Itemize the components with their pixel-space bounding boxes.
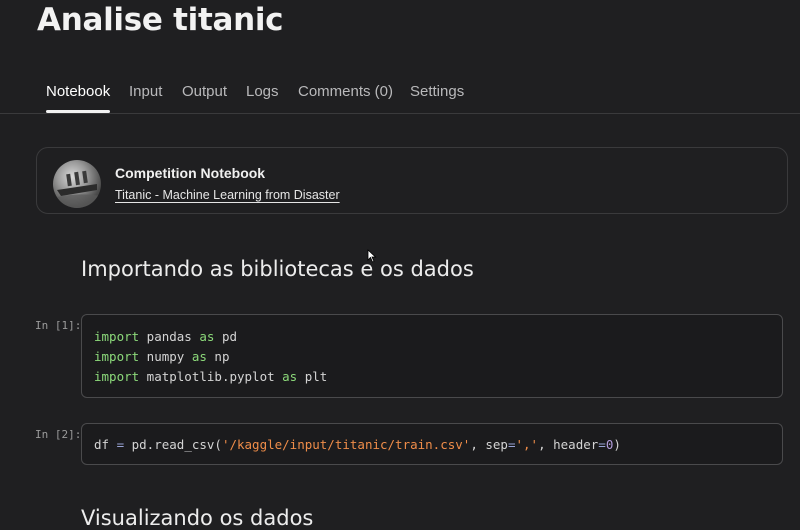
code-token: , sep	[470, 437, 508, 452]
code-token: )	[613, 437, 621, 452]
titanic-ship-icon	[53, 170, 101, 208]
operator: =	[598, 437, 606, 452]
code-token: pd.read_csv(	[124, 437, 222, 452]
alias: np	[206, 349, 230, 364]
alias: plt	[297, 369, 328, 384]
tab-comments[interactable]: Comments (0)	[298, 82, 393, 113]
competition-link[interactable]: Titanic - Machine Learning from Disaster	[115, 188, 340, 202]
code-token: , header	[538, 437, 599, 452]
section-heading-import: Importando as bibliotecas e os dados	[81, 257, 474, 281]
tab-bar: Notebook Input Output Logs Comments (0) …	[0, 82, 800, 114]
competition-card: Competition Notebook Titanic - Machine L…	[36, 147, 788, 214]
competition-heading: Competition Notebook	[115, 165, 266, 181]
code-token: df	[94, 437, 117, 452]
tab-output[interactable]: Output	[182, 82, 227, 113]
keyword: import	[94, 369, 140, 384]
module-name: matplotlib.pyplot	[139, 369, 283, 384]
competition-avatar[interactable]	[53, 160, 101, 208]
tab-input[interactable]: Input	[129, 82, 162, 113]
keyword: as	[191, 349, 207, 364]
page-title: Analise titanic	[37, 2, 284, 38]
module-name: pandas	[139, 329, 200, 344]
string-literal: '/kaggle/input/titanic/train.csv'	[221, 437, 471, 452]
code-line: import pandas as pd	[94, 329, 237, 344]
module-name: numpy	[139, 349, 192, 364]
cell-prompt: In [1]:	[35, 319, 82, 332]
cell-prompt: In [2]:	[35, 428, 82, 441]
code-line: import matplotlib.pyplot as plt	[94, 369, 327, 384]
tab-notebook[interactable]: Notebook	[46, 82, 111, 113]
operator: =	[116, 437, 125, 452]
alias: pd	[214, 329, 238, 344]
code-cell-1[interactable]: import pandas as pd import numpy as np i…	[81, 314, 783, 398]
section-heading-visualize: Visualizando os dados	[81, 506, 314, 530]
string-literal: ','	[515, 437, 539, 452]
code-line: import numpy as np	[94, 349, 229, 364]
code-line: df = pd.read_csv('/kaggle/input/titanic/…	[94, 437, 621, 452]
keyword: import	[94, 329, 140, 344]
tab-logs[interactable]: Logs	[246, 82, 279, 113]
keyword: import	[94, 349, 140, 364]
tab-settings[interactable]: Settings	[410, 82, 464, 113]
code-cell-2[interactable]: df = pd.read_csv('/kaggle/input/titanic/…	[81, 423, 783, 465]
keyword: as	[282, 369, 298, 384]
keyword: as	[199, 329, 215, 344]
